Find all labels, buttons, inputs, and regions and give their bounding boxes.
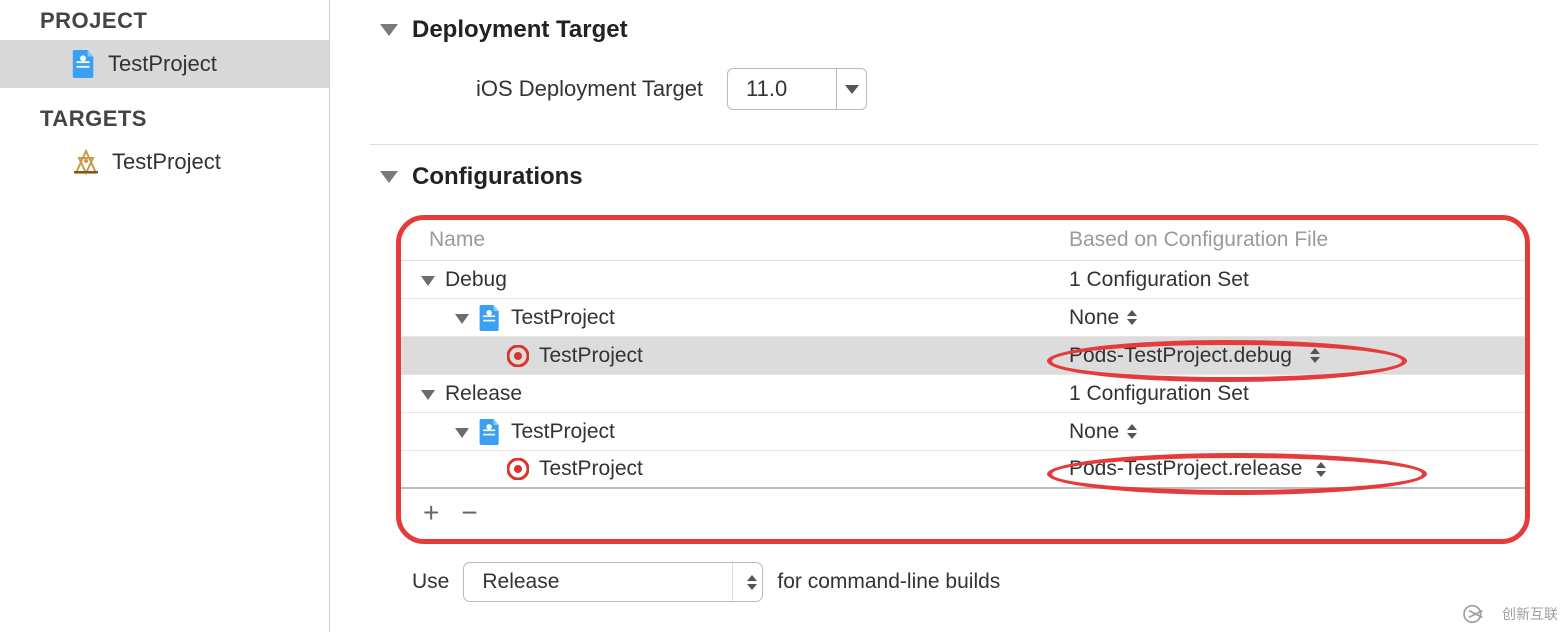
- command-line-build-row: Use Release for command-line builds: [412, 562, 1538, 602]
- project-item[interactable]: TestProject: [0, 40, 329, 88]
- project-navigator: PROJECT TestProject TARGETS TestProject: [0, 0, 330, 632]
- config-row-release[interactable]: Release 1 Configuration Set: [401, 375, 1525, 413]
- section-divider: [370, 144, 1538, 145]
- xcode-project-icon: [479, 305, 501, 331]
- updown-stepper-icon: [747, 575, 757, 590]
- deployment-target-combo[interactable]: 11.0: [727, 68, 867, 110]
- config-value: Pods-TestProject.debug: [1069, 344, 1292, 368]
- disclosure-triangle-icon: [421, 276, 435, 286]
- target-name: TestProject: [112, 149, 221, 175]
- chevron-down-icon: [845, 85, 859, 94]
- updown-stepper-icon[interactable]: [1310, 348, 1320, 363]
- config-value: None: [1069, 306, 1119, 330]
- editor-area: Deployment Target iOS Deployment Target …: [330, 0, 1568, 632]
- targets-header: TARGETS: [0, 88, 329, 138]
- combo-dropdown-button[interactable]: [836, 69, 866, 109]
- remove-configuration-button[interactable]: −: [461, 497, 477, 529]
- deployment-target-value: 11.0: [728, 76, 836, 102]
- disclosure-triangle-icon: [421, 390, 435, 400]
- deployment-target-label: iOS Deployment Target: [476, 76, 703, 102]
- bullseye-icon: [507, 345, 529, 367]
- add-configuration-button[interactable]: +: [423, 497, 439, 529]
- use-suffix: for command-line builds: [777, 570, 1000, 594]
- configurations-highlight-box: Name Based on Configuration File Debug 1…: [396, 215, 1530, 544]
- build-configuration-select[interactable]: Release: [463, 562, 763, 602]
- configurations-section-title: Configurations: [412, 163, 583, 191]
- configurations-section-header[interactable]: Configurations: [380, 163, 1538, 191]
- column-based-on: Based on Configuration File: [1069, 228, 1328, 252]
- config-row-debug[interactable]: Debug 1 Configuration Set: [401, 261, 1525, 299]
- config-value: 1 Configuration Set: [1069, 382, 1249, 406]
- disclosure-triangle-icon: [380, 171, 398, 183]
- updown-stepper-icon[interactable]: [1127, 424, 1137, 439]
- config-row-project[interactable]: TestProject None: [401, 413, 1525, 451]
- configurations-header-row: Name Based on Configuration File: [401, 220, 1525, 261]
- watermark-text: 创新互联: [1502, 604, 1558, 624]
- deployment-section-header[interactable]: Deployment Target: [380, 16, 1538, 44]
- disclosure-triangle-icon: [380, 24, 398, 36]
- config-value: None: [1069, 420, 1119, 444]
- column-name: Name: [429, 228, 1069, 252]
- config-name: TestProject: [511, 306, 615, 330]
- xcode-project-icon: [479, 419, 501, 445]
- target-item[interactable]: TestProject: [0, 138, 329, 186]
- config-row-target-release[interactable]: TestProject Pods-TestProject.release: [401, 451, 1525, 489]
- config-name: TestProject: [539, 457, 643, 481]
- watermark: 创新互联: [1462, 604, 1558, 624]
- deployment-section-title: Deployment Target: [412, 16, 628, 44]
- config-row-project[interactable]: TestProject None: [401, 299, 1525, 337]
- xcode-project-icon: [72, 50, 96, 78]
- use-label: Use: [412, 570, 449, 594]
- disclosure-triangle-icon: [455, 314, 469, 324]
- project-name: TestProject: [108, 51, 217, 77]
- bullseye-icon: [507, 458, 529, 480]
- config-name: Debug: [445, 268, 507, 292]
- config-value: Pods-TestProject.release: [1069, 457, 1302, 481]
- disclosure-triangle-icon: [455, 428, 469, 438]
- project-header: PROJECT: [0, 0, 329, 40]
- config-row-target-debug[interactable]: TestProject Pods-TestProject.debug: [401, 337, 1525, 375]
- updown-stepper-icon[interactable]: [1316, 462, 1326, 477]
- app-target-icon: [72, 148, 100, 176]
- config-name: TestProject: [539, 344, 643, 368]
- build-configuration-value: Release: [464, 570, 732, 594]
- config-value: 1 Configuration Set: [1069, 268, 1249, 292]
- config-name: Release: [445, 382, 522, 406]
- config-name: TestProject: [511, 420, 615, 444]
- updown-stepper-icon[interactable]: [1127, 310, 1137, 325]
